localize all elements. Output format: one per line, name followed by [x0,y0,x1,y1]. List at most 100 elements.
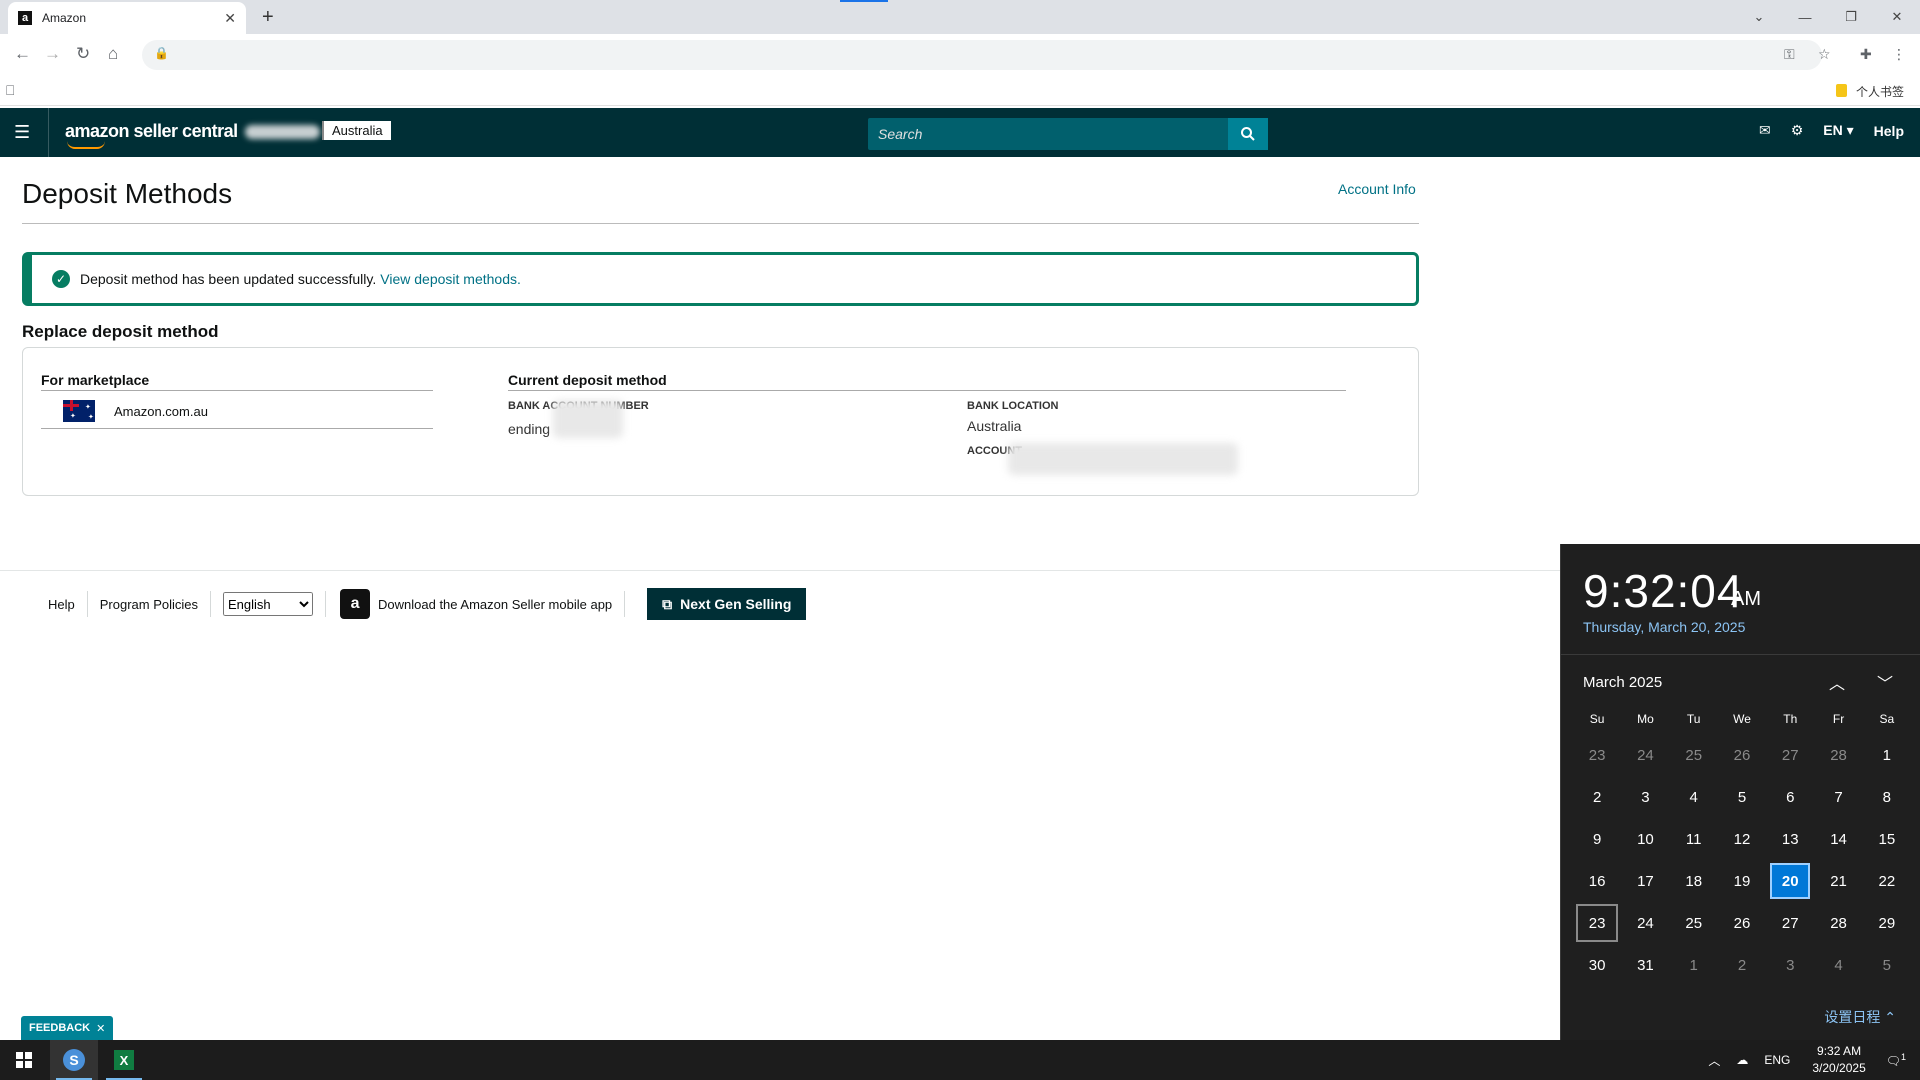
calendar-day[interactable]: 12 [1718,818,1766,860]
calendar-day[interactable]: 27 [1766,734,1814,776]
calendar-day[interactable]: 28 [1814,902,1862,944]
start-windows-icon[interactable] [0,1040,48,1080]
minimize-icon[interactable]: — [1782,0,1828,34]
calendar-day[interactable]: 16 [1573,860,1621,902]
calendar-day[interactable]: 23 [1573,902,1621,944]
close-tab-icon[interactable]: ✕ [224,10,236,27]
calendar-day[interactable]: 9 [1573,818,1621,860]
bookmark-folder[interactable]: 个人书签 [1856,83,1904,100]
tab-search-icon[interactable]: ⌄ [1736,0,1782,34]
chevron-up-icon[interactable]: ︿ [1829,670,1845,694]
footer-divider [0,570,1560,571]
password-key-icon[interactable]: ⚿ [1784,46,1795,63]
calendar-day[interactable]: 1 [1863,734,1911,776]
amazon-seller-central-logo[interactable]: amazon seller central [65,121,238,149]
calendar-day[interactable]: 27 [1766,902,1814,944]
calendar-day[interactable]: 2 [1573,776,1621,818]
program-policies-link[interactable]: Program Policies [88,591,212,617]
reading-list-icon[interactable]: ⎕ [6,82,14,99]
calendar-day-number: 29 [1878,914,1896,932]
calendar-day[interactable]: 11 [1670,818,1718,860]
calendar-day[interactable]: 26 [1718,734,1766,776]
view-deposit-methods-link[interactable]: View deposit methods. [380,271,521,287]
help-link[interactable]: Help [1874,123,1904,139]
calendar-day[interactable]: 8 [1863,776,1911,818]
feedback-tab[interactable]: FEEDBACK ✕ [21,1016,114,1040]
account-info-link[interactable]: Account Info [1338,181,1416,197]
calendar-day[interactable]: 1 [1670,944,1718,986]
download-app-link[interactable]: Download the Amazon Seller mobile app [378,591,626,617]
calendar-day[interactable]: 4 [1670,776,1718,818]
search-button[interactable] [1228,118,1268,150]
mail-icon[interactable]: ✉ [1759,122,1771,139]
notifications-icon[interactable]: 🗨1 [1886,1052,1906,1068]
show-hidden-icons-icon[interactable]: ︿ [1708,1052,1720,1069]
calendar-day[interactable]: 5 [1718,776,1766,818]
calendar-day[interactable]: 6 [1766,776,1814,818]
calendar-day[interactable]: 26 [1718,902,1766,944]
calendar-day[interactable]: 5 [1863,944,1911,986]
calendar-month-label[interactable]: March 2025 [1583,674,1662,691]
hamburger-menu-icon[interactable]: ☰ [14,122,30,143]
calendar-day[interactable]: 13 [1766,818,1814,860]
calendar-day[interactable]: 30 [1573,944,1621,986]
calendar-day[interactable]: 15 [1863,818,1911,860]
restore-icon[interactable]: ❐ [1828,0,1874,34]
calendar-day[interactable]: 7 [1814,776,1862,818]
footer-help-link[interactable]: Help [36,591,88,617]
calendar-day[interactable]: 25 [1670,734,1718,776]
header-right-nav: ✉ ⚙ EN ▾ Help [1759,122,1904,139]
address-bar[interactable]: 🔒 [142,40,1822,70]
bookmark-star-icon[interactable]: ☆ [1818,46,1831,63]
taskbar-time: 9:32 AM [1817,1044,1862,1058]
calendar-day-number: 19 [1733,872,1751,890]
forward-icon[interactable]: → [44,44,61,64]
calendar-day[interactable]: 24 [1621,734,1669,776]
network-icon[interactable]: ☁ [1736,1053,1748,1067]
next-gen-selling-button[interactable]: ⧉ Next Gen Selling [647,588,807,620]
calendar-day[interactable]: 14 [1814,818,1862,860]
home-icon[interactable]: ⌂ [108,44,118,64]
calendar-day[interactable]: 2 [1718,944,1766,986]
calendar-day[interactable]: 19 [1718,860,1766,902]
calendar-day[interactable]: 18 [1670,860,1718,902]
calendar-day-number: 31 [1637,956,1654,974]
calendar-day[interactable]: 28 [1814,734,1862,776]
calendar-day[interactable]: 3 [1766,944,1814,986]
lock-icon[interactable]: 🔒 [154,46,169,60]
calendar-day[interactable]: 10 [1621,818,1669,860]
clock-date-link[interactable]: Thursday, March 20, 2025 [1583,619,1745,635]
close-window-icon[interactable]: ✕ [1874,0,1920,34]
taskbar-clock[interactable]: 9:32 AM 3/20/2025 [1812,1043,1865,1077]
calendar-day[interactable]: 29 [1863,902,1911,944]
browser-app-icon[interactable]: S [50,1040,98,1080]
back-icon[interactable]: ← [14,44,31,64]
agenda-toggle-link[interactable]: 设置日程 ⌃ [1824,1007,1896,1027]
search-input[interactable] [868,118,1228,150]
input-language[interactable]: ENG [1764,1053,1790,1067]
marketplace-switcher[interactable]: Australia [322,121,391,140]
reload-icon[interactable]: ↻ [76,44,90,64]
browser-menu-icon[interactable]: ⋮ [1892,46,1906,63]
calendar-day-today[interactable]: 20 [1766,860,1814,902]
excel-app-icon[interactable]: X [100,1040,148,1080]
browser-tab[interactable]: a Amazon ✕ [8,2,246,34]
calendar-day[interactable]: 24 [1621,902,1669,944]
calendar-day[interactable]: 21 [1814,860,1862,902]
close-feedback-icon[interactable]: ✕ [96,1022,105,1035]
calendar-day[interactable]: 31 [1621,944,1669,986]
calendar-day[interactable]: 22 [1863,860,1911,902]
calendar-week-row: 16 17 18 19 20 21 22 [1573,860,1911,902]
language-selector[interactable]: EN ▾ [1823,122,1853,139]
calendar-day[interactable]: 4 [1814,944,1862,986]
calendar-week-row: 23 24 25 26 27 28 1 [1573,734,1911,776]
calendar-day[interactable]: 17 [1621,860,1669,902]
settings-gear-icon[interactable]: ⚙ [1791,122,1804,139]
calendar-day[interactable]: 23 [1573,734,1621,776]
extensions-icon[interactable]: ✚ [1860,46,1872,63]
calendar-day[interactable]: 25 [1670,902,1718,944]
new-tab-icon[interactable]: + [262,6,274,29]
language-select[interactable]: English [223,592,314,616]
calendar-day[interactable]: 3 [1621,776,1669,818]
chevron-down-icon[interactable]: ﹀ [1877,670,1893,694]
